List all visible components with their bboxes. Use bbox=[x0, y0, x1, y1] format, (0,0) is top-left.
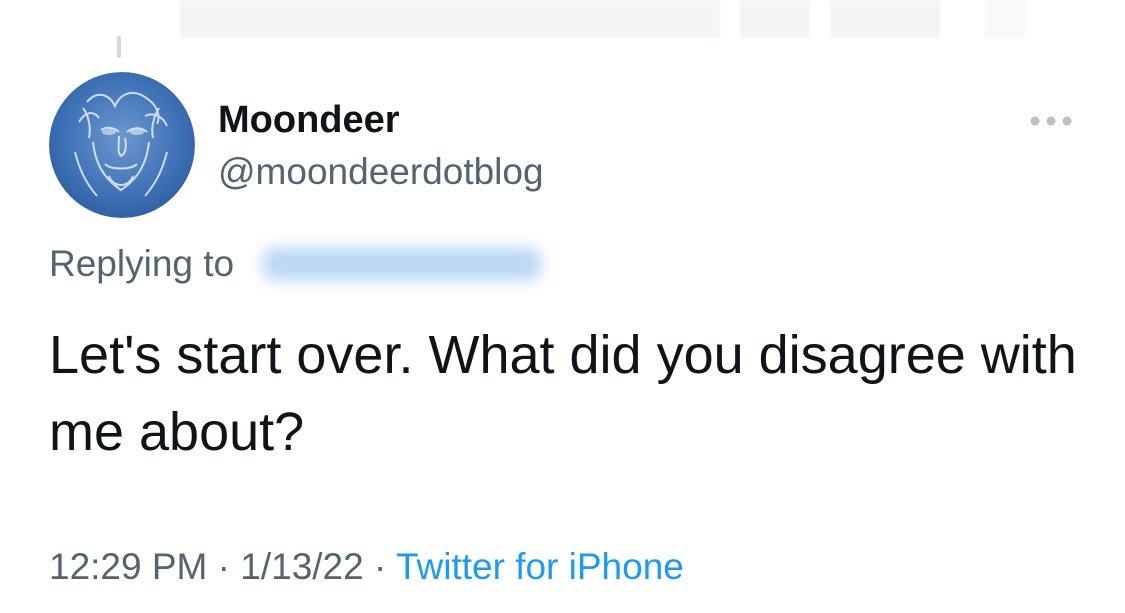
tweet-metadata: 12:29 PM · 1/13/22 · Twitter for iPhone bbox=[49, 544, 684, 590]
previous-tweet-remnant bbox=[180, 0, 720, 38]
bearded-face-avatar-icon bbox=[49, 72, 195, 218]
tweet-text: Let's start over. What did you disagree … bbox=[49, 325, 1077, 462]
more-options-button[interactable] bbox=[1026, 106, 1076, 136]
thread-connector-line bbox=[117, 36, 121, 58]
more-horizontal-icon bbox=[1030, 116, 1072, 126]
avatar[interactable] bbox=[49, 72, 195, 218]
tweet-date[interactable]: 1/13/22 bbox=[240, 546, 363, 587]
previous-tweet-remnant bbox=[985, 0, 1025, 38]
tweet-time[interactable]: 12:29 PM bbox=[49, 546, 207, 587]
meta-separator: · bbox=[217, 546, 230, 587]
author-handle[interactable]: @moondeerdotblog bbox=[218, 150, 544, 194]
tweet-source-link[interactable]: Twitter for iPhone bbox=[396, 546, 684, 587]
author-display-name[interactable]: Moondeer bbox=[218, 97, 400, 143]
previous-tweet-remnant bbox=[830, 0, 940, 38]
replying-to-label: Replying to bbox=[49, 243, 235, 284]
previous-tweet-remnant bbox=[740, 0, 810, 38]
meta-separator: · bbox=[374, 546, 387, 587]
reply-target-handle-blurred[interactable] bbox=[262, 247, 542, 281]
